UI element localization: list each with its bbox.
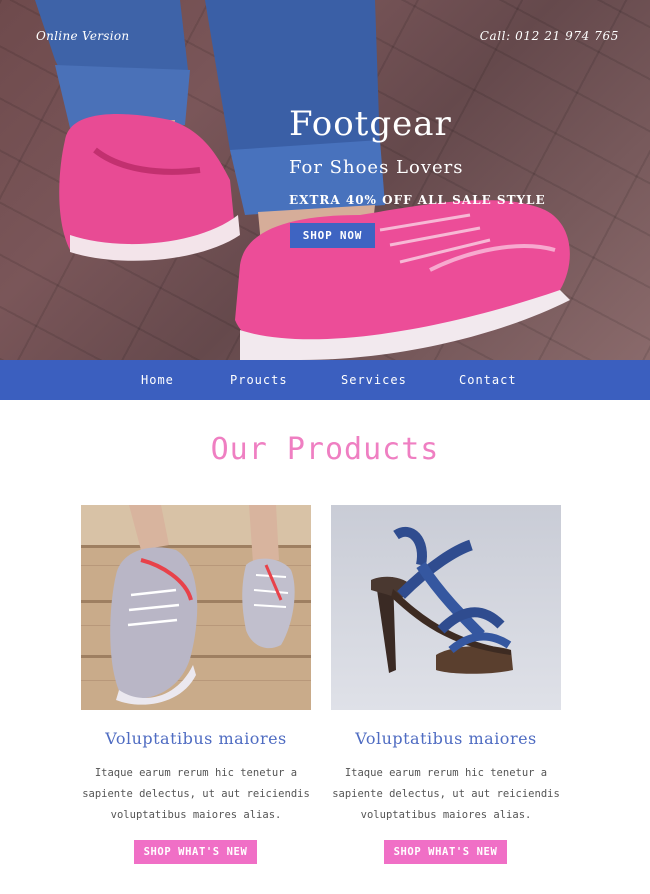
product-description: Itaque earum rerum hic tenetur a sapient… — [81, 763, 311, 826]
sneakers-on-wood-photo — [81, 505, 311, 710]
call-phone-text: Call: 012 21 974 765 — [479, 29, 619, 43]
shop-now-button[interactable]: SHOP NOW — [290, 223, 375, 248]
product-title[interactable]: Voluptatibus maiores — [331, 729, 561, 748]
product-description-line: voluptatibus maiores alias. — [110, 809, 282, 821]
product-description: Itaque earum rerum hic tenetur a sapient… — [331, 763, 561, 826]
main-nav: Home Proucts Services Contact — [0, 360, 650, 400]
products-section-title: Our Products — [210, 432, 440, 467]
shop-whats-new-button[interactable]: SHOP WHAT'S NEW — [384, 840, 507, 864]
blue-strappy-heel-photo — [331, 505, 561, 710]
product-title[interactable]: Voluptatibus maiores — [81, 729, 311, 748]
hero-subtitle: For Shoes Lovers — [289, 157, 464, 178]
nav-item-services[interactable]: Services — [341, 373, 407, 387]
hero-title: Footgear — [289, 104, 452, 144]
product-image[interactable] — [81, 505, 311, 710]
online-version-link[interactable]: Online Version — [36, 29, 129, 43]
nav-item-products[interactable]: Proucts — [230, 373, 288, 387]
product-description-line: sapiente delectus, ut aut reiciendis — [82, 788, 310, 800]
hero-promo-text: EXTRA 40% OFF ALL SALE STYLE — [289, 193, 546, 207]
shop-whats-new-button[interactable]: SHOP WHAT'S NEW — [134, 840, 257, 864]
product-description-line: Itaque earum rerum hic tenetur a — [94, 767, 298, 779]
nav-item-home[interactable]: Home — [141, 373, 174, 387]
hero-sneaker-photo — [35, 0, 570, 360]
product-image[interactable] — [331, 505, 561, 710]
product-description-line: sapiente delectus, ut aut reiciendis — [332, 788, 560, 800]
product-description-line: voluptatibus maiores alias. — [360, 809, 532, 821]
product-description-line: Itaque earum rerum hic tenetur a — [344, 767, 548, 779]
nav-item-contact[interactable]: Contact — [459, 373, 517, 387]
hero-banner: Online Version Call: 012 21 974 765 Foot… — [0, 0, 650, 360]
